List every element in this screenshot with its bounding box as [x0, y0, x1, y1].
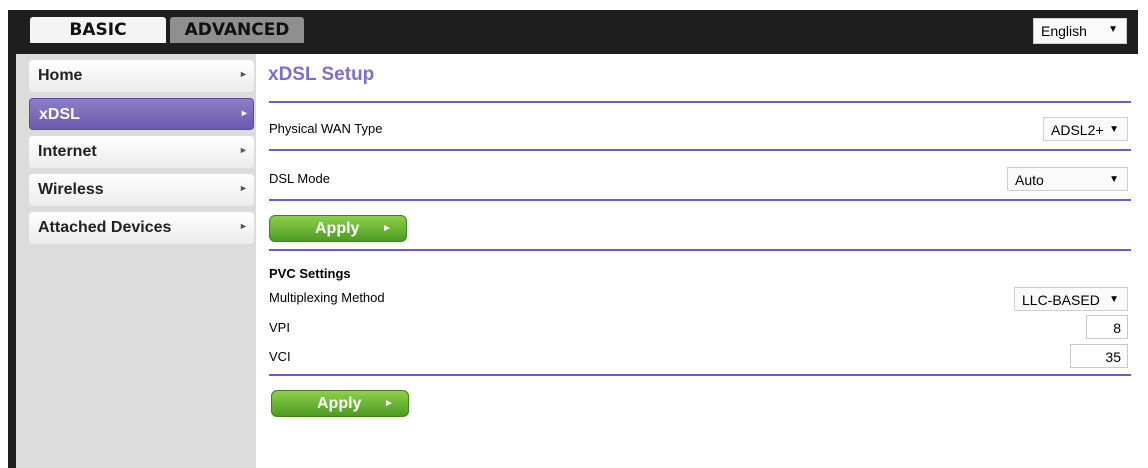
chevron-right-icon: ►: [239, 183, 248, 193]
sidebar-item-label: Internet: [38, 143, 97, 160]
dsl-mode-label: DSL Mode: [269, 171, 330, 186]
chevron-right-icon: ►: [384, 398, 394, 409]
tab-advanced[interactable]: ADVANCED: [170, 17, 304, 43]
language-select-value: English: [1041, 23, 1087, 39]
sidebar-item-label: xDSL: [39, 106, 80, 123]
chevron-down-icon: ▼: [1109, 124, 1119, 135]
vpi-label: VPI: [269, 320, 290, 335]
sidebar-item-home[interactable]: Home ►: [29, 60, 254, 92]
section-divider: [269, 374, 1131, 376]
multiplexing-method-value: LLC-BASED: [1022, 292, 1100, 308]
chevron-right-icon: ►: [239, 221, 248, 231]
vci-input[interactable]: 35: [1070, 344, 1128, 368]
apply-button-label: Apply: [317, 395, 362, 412]
pvc-settings-heading: PVC Settings: [269, 266, 351, 281]
sidebar-item-label: Home: [38, 67, 83, 84]
physical-wan-type-value: ADSL2+: [1051, 122, 1104, 138]
sidebar-item-internet[interactable]: Internet ►: [29, 136, 254, 168]
apply-button[interactable]: Apply ►: [269, 215, 407, 242]
chevron-down-icon: ▼: [1108, 24, 1118, 35]
tab-basic[interactable]: BASIC: [30, 17, 166, 43]
section-divider: [269, 149, 1131, 151]
main-content: xDSL Setup Physical WAN Type ADSL2+ ▼ DS…: [256, 54, 1138, 468]
section-divider: [269, 199, 1131, 201]
multiplexing-method-select[interactable]: LLC-BASED ▼: [1014, 287, 1128, 311]
language-select[interactable]: English ▼: [1033, 18, 1127, 44]
section-divider: [269, 249, 1131, 251]
chevron-right-icon: ►: [239, 69, 248, 79]
sidebar-item-label: Attached Devices: [38, 219, 172, 236]
sidebar: Home ► xDSL ► Internet ► Wireless ► Atta…: [16, 54, 256, 468]
sidebar-item-attached-devices[interactable]: Attached Devices ►: [29, 212, 254, 244]
chevron-right-icon: ►: [382, 223, 392, 234]
apply-button[interactable]: Apply ►: [271, 390, 409, 417]
physical-wan-type-select[interactable]: ADSL2+ ▼: [1043, 117, 1128, 141]
apply-button-label: Apply: [315, 220, 360, 237]
chevron-down-icon: ▼: [1109, 174, 1119, 185]
physical-wan-type-label: Physical WAN Type: [269, 121, 383, 136]
section-divider: [269, 101, 1131, 103]
vpi-input[interactable]: 8: [1086, 315, 1128, 339]
multiplexing-method-label: Multiplexing Method: [269, 290, 385, 305]
page-title: xDSL Setup: [268, 64, 375, 85]
sidebar-item-label: Wireless: [38, 181, 104, 198]
router-admin-frame: BASIC ADVANCED English ▼ Home ► xDSL ► I…: [8, 10, 1138, 468]
vci-value: 35: [1105, 349, 1121, 365]
dsl-mode-value: Auto: [1015, 172, 1044, 188]
vpi-value: 8: [1113, 320, 1121, 336]
sidebar-item-wireless[interactable]: Wireless ►: [29, 174, 254, 206]
chevron-down-icon: ▼: [1109, 294, 1119, 305]
chevron-right-icon: ►: [240, 108, 249, 118]
vci-label: VCI: [269, 349, 291, 364]
sidebar-item-xdsl[interactable]: xDSL ►: [29, 98, 254, 130]
dsl-mode-select[interactable]: Auto ▼: [1007, 167, 1128, 191]
chevron-right-icon: ►: [239, 145, 248, 155]
